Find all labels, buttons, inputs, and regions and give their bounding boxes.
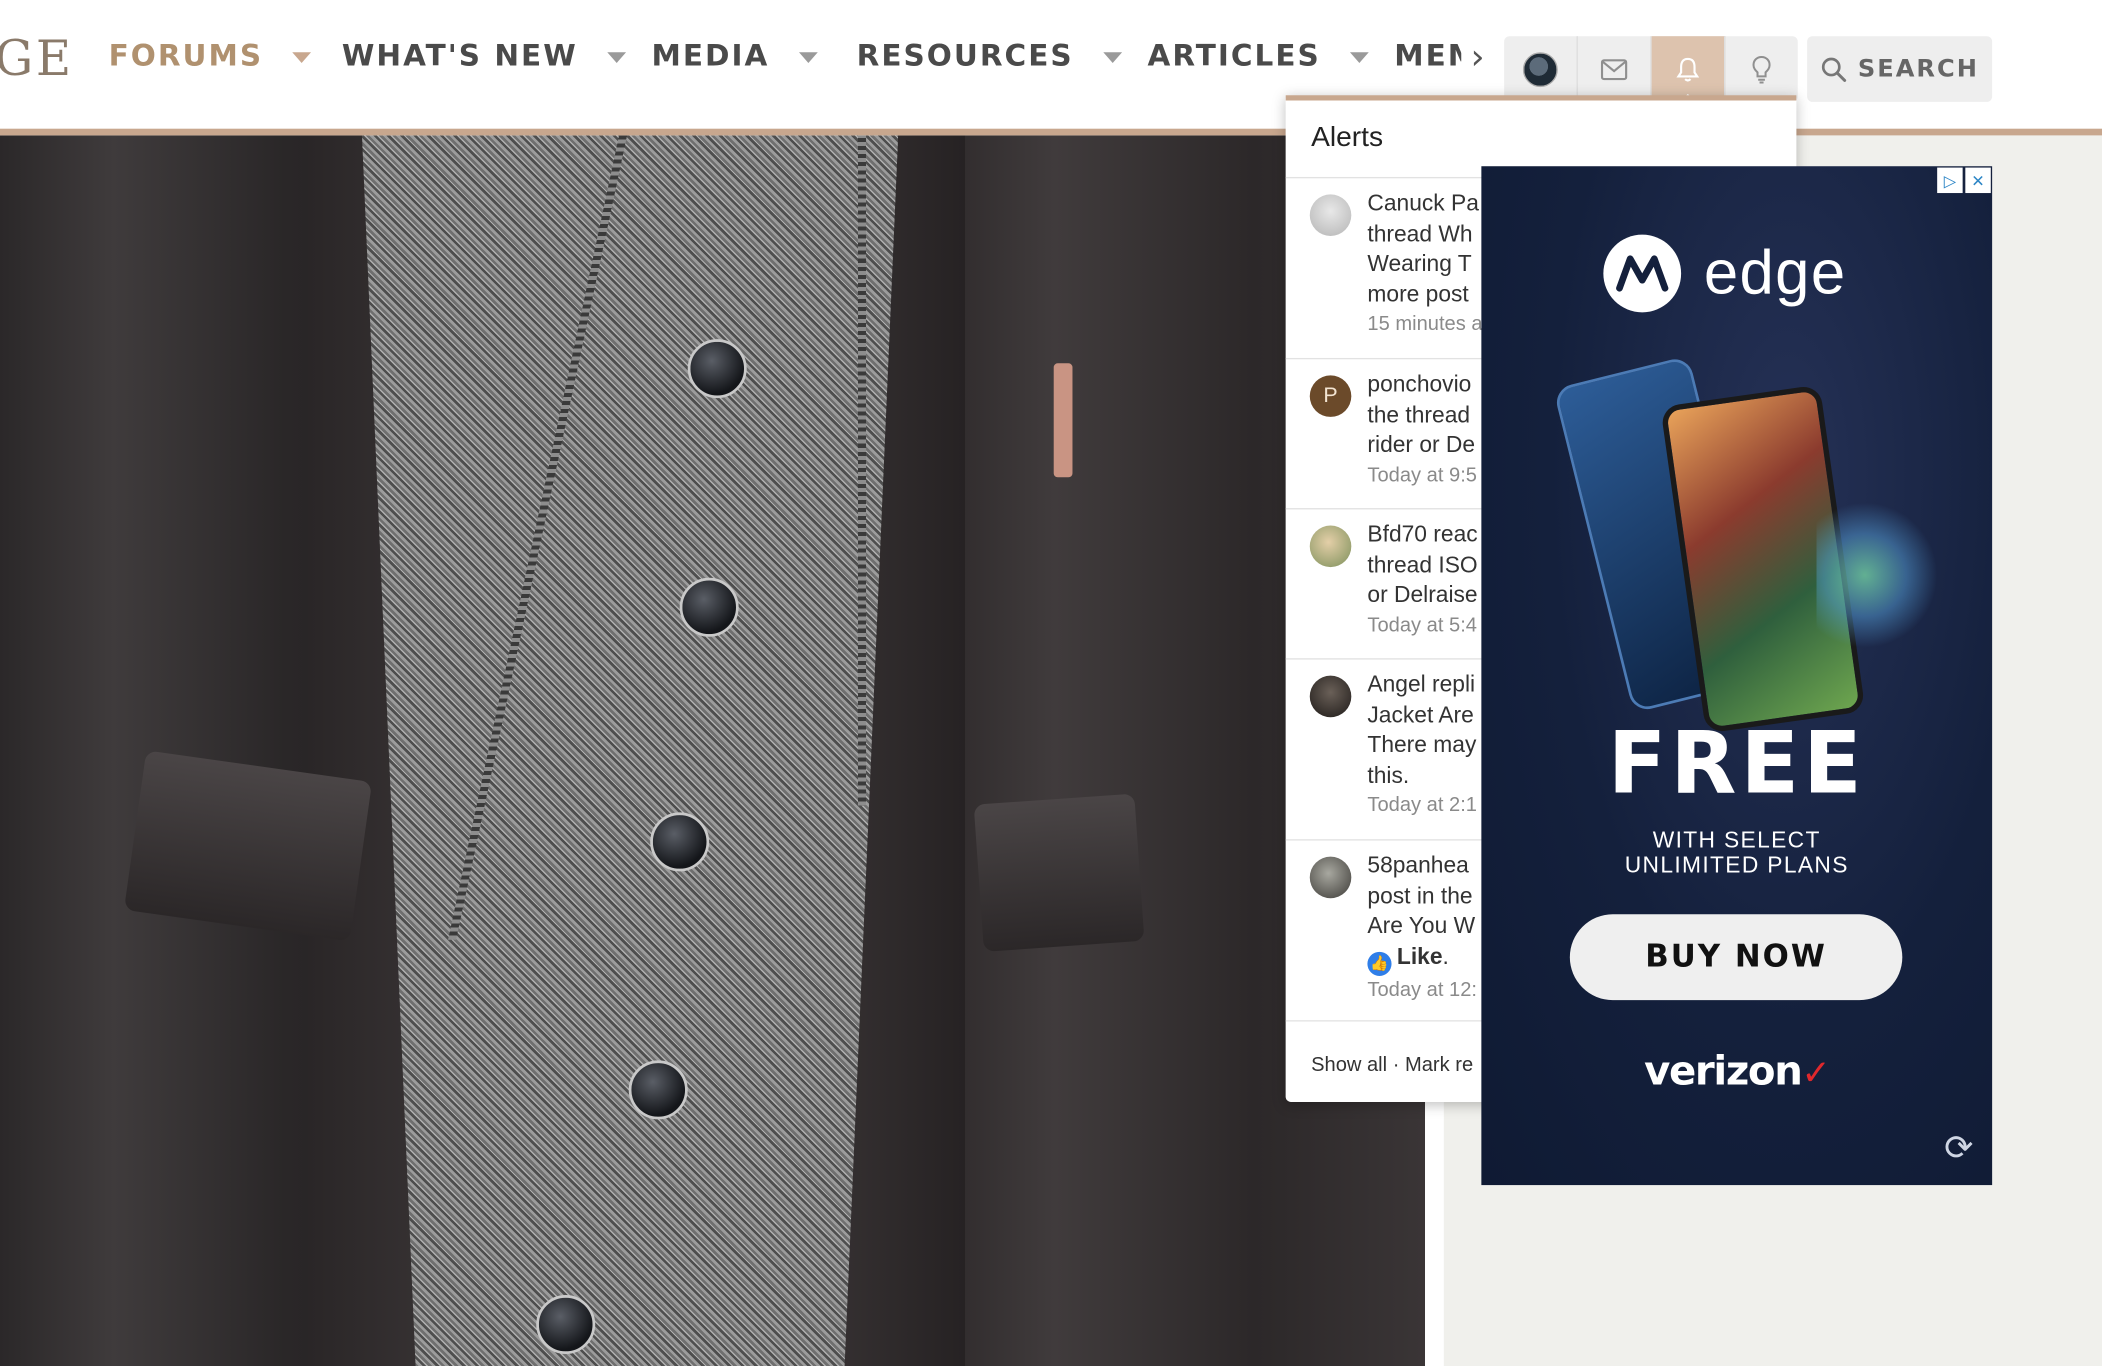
nav-forums-label: FORUMS (108, 40, 264, 74)
chevron-right-icon[interactable]: › (1471, 38, 1485, 78)
jacket-zipper-right (857, 135, 867, 806)
adchoices-icon[interactable]: ▷ (1937, 167, 1963, 194)
chevron-down-icon[interactable] (1103, 51, 1122, 63)
alert-text[interactable]: Angel repli (1367, 670, 1477, 700)
close-icon[interactable]: ✕ (1965, 167, 1991, 194)
nav-media[interactable]: MEDIA (652, 40, 818, 74)
reload-icon[interactable]: ⟳ (1944, 1129, 1973, 1169)
vest-button (687, 339, 747, 399)
search-label: SEARCH (1857, 54, 1979, 84)
alert-text[interactable]: Are You W (1367, 912, 1477, 942)
alert-text[interactable]: thread Wh (1367, 219, 1482, 249)
chevron-down-icon[interactable] (607, 51, 626, 63)
ad-badges: ▷ ✕ (1937, 167, 1991, 194)
alert-text[interactable]: 58panhea (1367, 851, 1477, 881)
ad-brand: edge (1703, 237, 1847, 307)
ad-subline: WITH SELECT UNLIMITED PLANS (1624, 827, 1849, 879)
inbox-button[interactable] (1578, 36, 1652, 102)
envelope-icon (1600, 58, 1628, 80)
nav-whats-new-label: WHAT'S NEW (341, 40, 578, 74)
hero-photo (0, 135, 1426, 1366)
alert-text[interactable]: ponchovio (1367, 370, 1477, 400)
account-button[interactable] (1504, 36, 1578, 102)
alert-text[interactable]: thread ISO (1367, 550, 1477, 580)
alert-text[interactable]: rider or De (1367, 430, 1477, 460)
alerts-button[interactable] (1651, 36, 1726, 104)
leather-pull-tag (1053, 363, 1073, 478)
avatar[interactable] (1309, 525, 1352, 568)
bell-icon (1676, 57, 1700, 81)
nav-articles-label: ARTICLES (1147, 40, 1321, 74)
vest-button (628, 1060, 688, 1120)
vest-button (536, 1295, 596, 1355)
vest-button (679, 577, 739, 637)
sponsor-name: verizon (1644, 1048, 1803, 1096)
alert-time: Today at 5:4 (1367, 613, 1477, 637)
jacket-pocket-left (123, 750, 373, 942)
alert-text[interactable]: Bfd70 reac (1367, 520, 1477, 550)
alert-time: Today at 9:5 (1367, 463, 1477, 486)
alert-text[interactable]: the thread (1367, 400, 1477, 430)
thumbs-up-icon: 👍 (1367, 951, 1392, 976)
alert-time: 15 minutes a (1367, 312, 1483, 336)
vest-button (650, 812, 710, 872)
nav-whats-new[interactable]: WHAT'S NEW (342, 40, 626, 74)
nav-forums[interactable]: FORUMS (109, 40, 312, 74)
nav-resources-label: RESOURCES (856, 40, 1074, 74)
alert-text[interactable]: or Delraise (1367, 580, 1477, 610)
nav-media-label: MEDIA (651, 40, 770, 74)
alert-text: There may (1367, 731, 1477, 758)
motorola-logo-icon (1603, 234, 1682, 313)
alert-text[interactable]: Canuck Pa (1367, 189, 1482, 219)
avatar[interactable] (1309, 194, 1352, 236)
reaction-label: Like (1396, 943, 1443, 969)
chevron-down-icon[interactable] (292, 51, 312, 63)
avatar (1522, 51, 1558, 87)
chevron-down-icon[interactable] (798, 51, 818, 63)
alert-reaction: 👍 Like. (1367, 942, 1477, 976)
site-logo[interactable]: GE (0, 32, 74, 87)
color-splash-image (1816, 501, 1938, 649)
alerts-title: Alerts (1311, 121, 1384, 153)
avatar[interactable] (1309, 675, 1352, 718)
alerts-footer-links[interactable]: Show all · Mark re (1311, 1054, 1473, 1077)
ad-headline: FREE (1607, 714, 1866, 814)
chevron-down-icon[interactable] (1350, 51, 1370, 63)
tweed-vest (361, 135, 899, 1366)
alert-text: more post (1367, 280, 1469, 307)
nav-articles[interactable]: ARTICLES (1147, 40, 1370, 74)
nav-resources[interactable]: RESOURCES (857, 40, 1122, 74)
jacket-pocket-right (973, 793, 1145, 952)
nav-members-clipped[interactable]: MEMBERS (1394, 40, 1461, 74)
alert-time: Today at 12: (1367, 977, 1477, 1001)
lightbulb-icon (1752, 55, 1771, 83)
avatar[interactable] (1309, 856, 1352, 899)
alert-text[interactable]: Jacket Are (1367, 700, 1477, 730)
checkmark-icon: ✓ (1801, 1053, 1831, 1094)
user-icon-group (1504, 36, 1798, 104)
search-button[interactable]: SEARCH (1807, 36, 1993, 102)
alert-text[interactable]: Wearing T (1367, 249, 1482, 279)
advertisement[interactable]: ▷ ✕ edge FREE WITH SELECT UNLIMITED PLAN… (1481, 166, 1993, 1186)
whats-new-button[interactable] (1725, 36, 1797, 102)
search-icon (1821, 56, 1846, 82)
verizon-logo: verizon✓ (1481, 1048, 1992, 1095)
alert-text[interactable]: post in the (1367, 881, 1477, 911)
avatar[interactable]: P (1309, 375, 1352, 417)
buy-now-button[interactable]: BUY NOW (1569, 914, 1903, 1001)
alert-time: Today at 2:1 (1367, 793, 1477, 817)
alert-text: this. (1367, 762, 1410, 788)
